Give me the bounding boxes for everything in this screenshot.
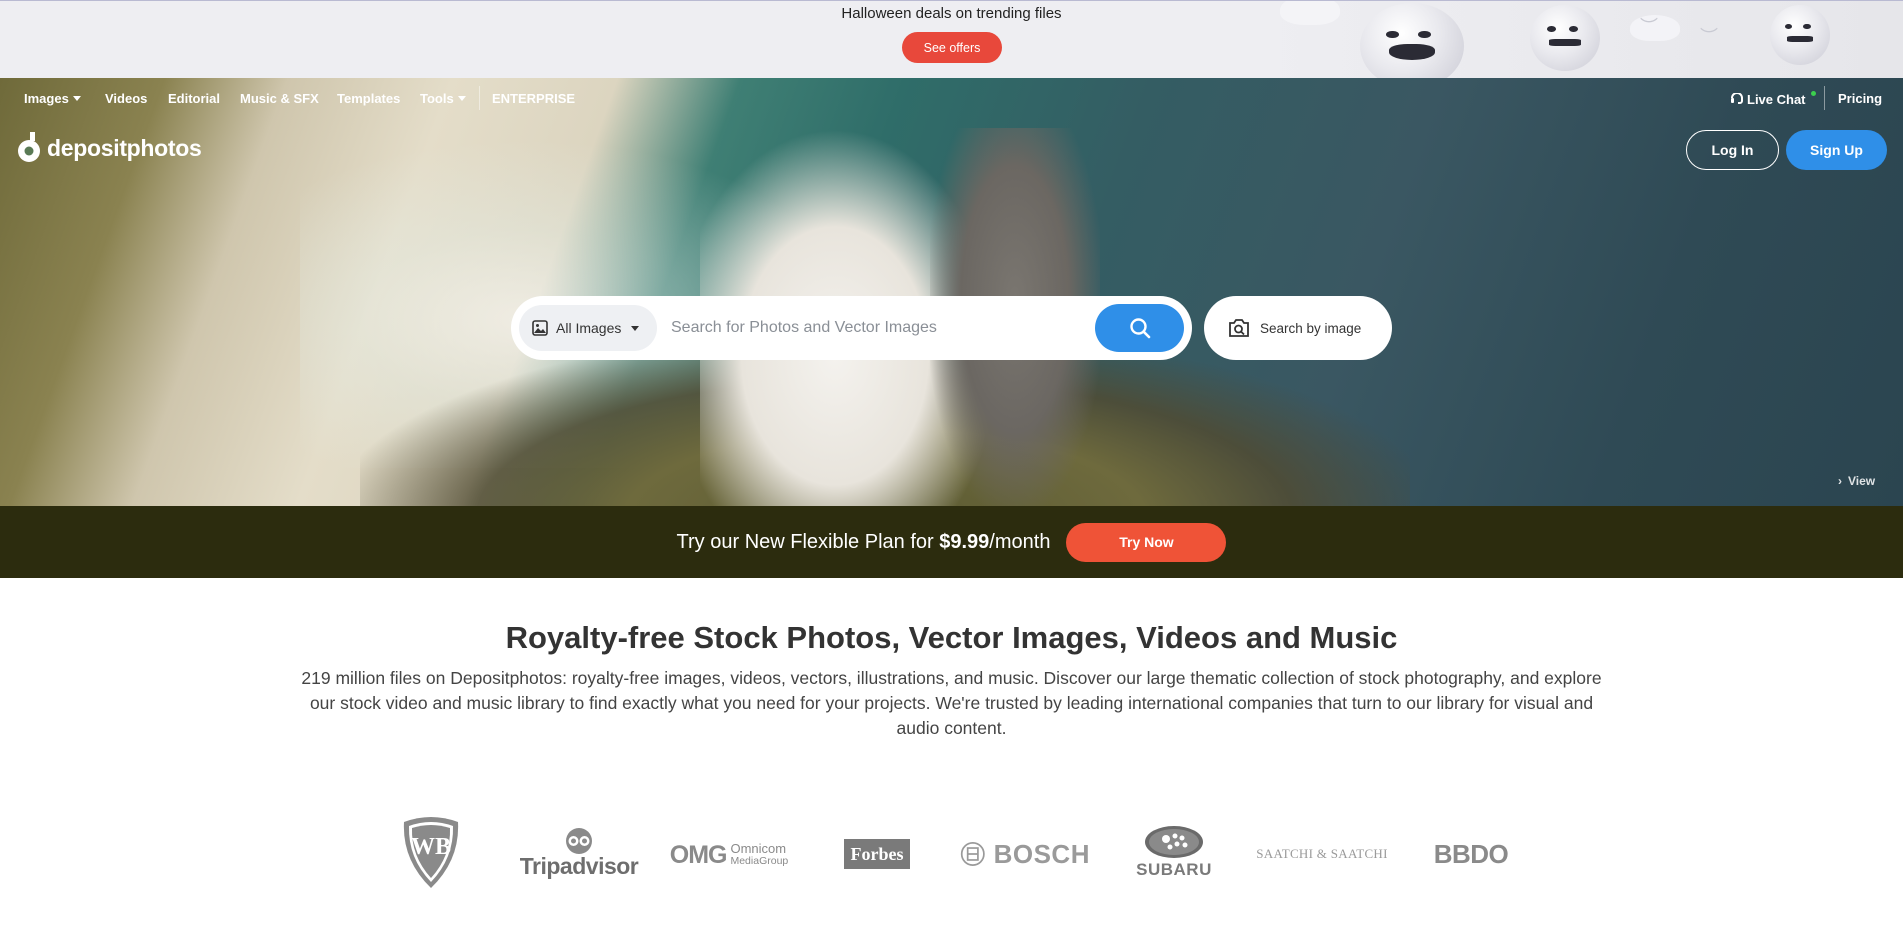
nav-images[interactable]: Images [24,91,81,106]
live-chat-link[interactable]: Live Chat [1730,91,1817,107]
nav-pricing[interactable]: Pricing [1838,91,1882,106]
tripadvisor-logo: Tripadvisor [519,826,639,882]
camera-search-icon [1229,319,1249,337]
subaru-logo-text: SUBARU [1136,859,1212,879]
bat-icon: ︶ [1700,27,1718,47]
omnicom-logo: OMG Omnicom MediaGroup [668,840,790,870]
nav-music-sfx[interactable]: Music & SFX [240,91,319,106]
bbdo-logo-text: BBDO [1433,838,1509,869]
bbdo-logo: BBDO [1428,838,1514,870]
search-by-image-button[interactable]: Search by image [1204,296,1392,360]
search-type-label: All Images [556,320,622,336]
page-description: 219 million files on Depositphotos: roya… [301,668,1602,738]
bosch-logo-text: BOSCH [993,838,1090,869]
search-type-dropdown[interactable]: All Images [519,305,657,351]
plan-text: Try our New Flexible Plan for $9.99/mont… [677,531,1051,554]
forbes-logo: Forbes [844,839,910,869]
saatchi-logo-text: SAATCHI & SAATCHI [1256,846,1388,861]
hero-banner: Images Videos Editorial Music & SFX Temp… [0,78,1903,506]
plan-text-suffix: /month [989,530,1051,553]
logo-text: depositphotos [47,134,202,161]
nav-divider [1824,86,1825,110]
omnicom-logo-mark: OMG [669,840,728,869]
live-chat-label: Live Chat [1747,92,1806,107]
omnicom-logo-line2: MediaGroup [730,855,789,867]
bosch-emblem-icon [960,842,985,866]
nav-editorial[interactable]: Editorial [168,91,220,106]
flexible-plan-banner: Try our New Flexible Plan for $9.99/mont… [0,506,1903,578]
nav-divider [479,86,480,110]
search-input[interactable] [671,310,1091,346]
login-button[interactable]: Log In [1686,130,1779,170]
pumpkin-decoration [1770,5,1830,65]
forbes-logo-text: Forbes [850,843,904,864]
omnicom-logo-line1: Omnicom [730,841,787,856]
bosch-logo: BOSCH [960,836,1090,872]
tripadvisor-owl-icon [566,828,592,854]
top-navigation: Images Videos Editorial Music & SFX Temp… [0,78,1903,118]
image-icon [532,320,548,336]
promo-banner: Halloween deals on trending files See of… [0,0,1903,78]
search-bar: All Images [511,296,1192,360]
subaru-logo: SUBARU [1126,822,1222,882]
try-now-button[interactable]: Try Now [1066,522,1227,562]
pumpkin-decoration [1530,5,1600,71]
view-photo-link[interactable]: › View [1838,474,1875,488]
page-title: Royalty-free Stock Photos, Vector Images… [505,620,1398,655]
chevron-down-icon [72,96,81,101]
promo-text: Halloween deals on trending files [841,5,1062,22]
nav-tools[interactable]: Tools [420,91,466,106]
nav-images-label: Images [24,91,69,106]
view-label: View [1848,474,1876,488]
nav-videos[interactable]: Videos [105,91,147,106]
plan-text-prefix: Try our New Flexible Plan for [676,530,940,553]
nav-tools-label: Tools [420,91,454,106]
saatchi-logo: SAATCHI & SAATCHI [1254,844,1390,864]
chevron-right-icon: › [1838,474,1842,488]
tripadvisor-logo-text: Tripadvisor [519,853,639,879]
search-icon [1129,318,1150,339]
search-by-image-label: Search by image [1260,320,1362,336]
search-button[interactable] [1095,304,1184,352]
warner-bros-logo: WB [400,814,462,890]
ghost-decoration [1280,1,1340,25]
subaru-emblem-icon [1145,825,1203,858]
warner-bros-logo-text: WB [410,834,451,860]
see-offers-button[interactable]: See offers [902,32,1002,63]
chevron-down-icon [631,325,640,331]
chat-icon [1731,92,1743,104]
nav-enterprise[interactable]: ENTERPRISE [492,91,575,106]
online-status-dot [1811,91,1817,96]
chevron-down-icon [457,96,466,101]
signup-button[interactable]: Sign Up [1786,130,1887,170]
client-logos: WB Tripadvisor OMG Omnicom MediaGroup Fo… [0,810,1903,900]
depositphotos-logo[interactable]: depositphotos [17,132,202,164]
nav-templates[interactable]: Templates [337,91,400,106]
plan-price: $9.99 [939,530,990,553]
logo-mark-icon [18,132,40,162]
bat-icon: ︶ [1640,17,1658,37]
